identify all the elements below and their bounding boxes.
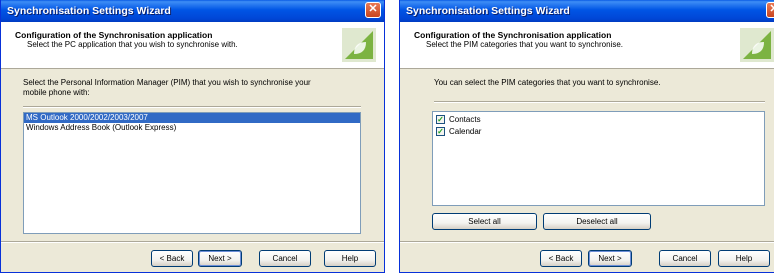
wizard-window-application: Synchronisation Settings Wizard ✕ Config… <box>0 0 385 273</box>
close-icon: ✕ <box>368 3 378 15</box>
header-title: Configuration of the Synchronisation app… <box>15 30 213 40</box>
footer-separator <box>400 241 774 243</box>
help-button[interactable]: Help <box>324 250 376 267</box>
android-logo-icon <box>740 28 774 62</box>
pim-application-list[interactable]: MS Outlook 2000/2002/2003/2007 Windows A… <box>23 112 361 234</box>
header-subtitle: Select the PIM categories that you want … <box>426 40 623 49</box>
close-button[interactable]: ✕ <box>766 2 774 18</box>
separator <box>434 101 765 103</box>
wizard-header: Configuration of the Synchronisation app… <box>400 22 774 69</box>
wizard-window-categories: Synchronisation Settings Wizard ✕ Config… <box>399 0 774 273</box>
cancel-button[interactable]: Cancel <box>659 250 711 267</box>
cancel-button[interactable]: Cancel <box>259 250 311 267</box>
category-item-calendar[interactable]: ✓ Calendar <box>433 126 764 138</box>
back-button[interactable]: < Back <box>151 250 193 267</box>
separator <box>23 106 361 108</box>
next-button[interactable]: Next > <box>588 250 632 267</box>
category-label: Calendar <box>449 127 482 136</box>
footer-separator <box>1 241 384 243</box>
list-item-ms-outlook[interactable]: MS Outlook 2000/2002/2003/2007 <box>24 113 360 123</box>
title-bar[interactable]: Synchronisation Settings Wizard ✕ <box>400 0 774 22</box>
back-button[interactable]: < Back <box>540 250 582 267</box>
title-bar[interactable]: Synchronisation Settings Wizard ✕ <box>1 0 384 22</box>
pim-category-list[interactable]: ✓ Contacts ✓ Calendar <box>432 111 765 206</box>
wizard-header: Configuration of the Synchronisation app… <box>1 22 384 69</box>
header-subtitle: Select the PC application that you wish … <box>27 40 238 49</box>
prompt-line-2: mobile phone with: <box>23 88 90 97</box>
prompt-text: Select the Personal Information Manager … <box>23 78 311 98</box>
checkmark-icon: ✓ <box>437 115 444 124</box>
android-logo-icon <box>342 28 376 62</box>
window-title: Synchronisation Settings Wizard <box>7 5 171 17</box>
category-item-contacts[interactable]: ✓ Contacts <box>433 114 764 126</box>
select-all-button[interactable]: Select all <box>432 213 537 230</box>
checkmark-icon: ✓ <box>437 127 444 136</box>
deselect-all-button[interactable]: Deselect all <box>543 213 651 230</box>
window-title: Synchronisation Settings Wizard <box>406 5 570 17</box>
prompt-text: You can select the PIM categories that y… <box>434 78 661 87</box>
header-title: Configuration of the Synchronisation app… <box>414 30 612 40</box>
checkbox-contacts[interactable]: ✓ <box>436 115 445 124</box>
list-item-windows-address-book[interactable]: Windows Address Book (Outlook Express) <box>24 123 360 133</box>
prompt-line-1: Select the Personal Information Manager … <box>23 78 311 87</box>
close-icon: ✕ <box>769 3 774 15</box>
category-label: Contacts <box>449 115 481 124</box>
next-button[interactable]: Next > <box>198 250 242 267</box>
checkbox-calendar[interactable]: ✓ <box>436 127 445 136</box>
close-button[interactable]: ✕ <box>365 2 381 18</box>
help-button[interactable]: Help <box>718 250 770 267</box>
